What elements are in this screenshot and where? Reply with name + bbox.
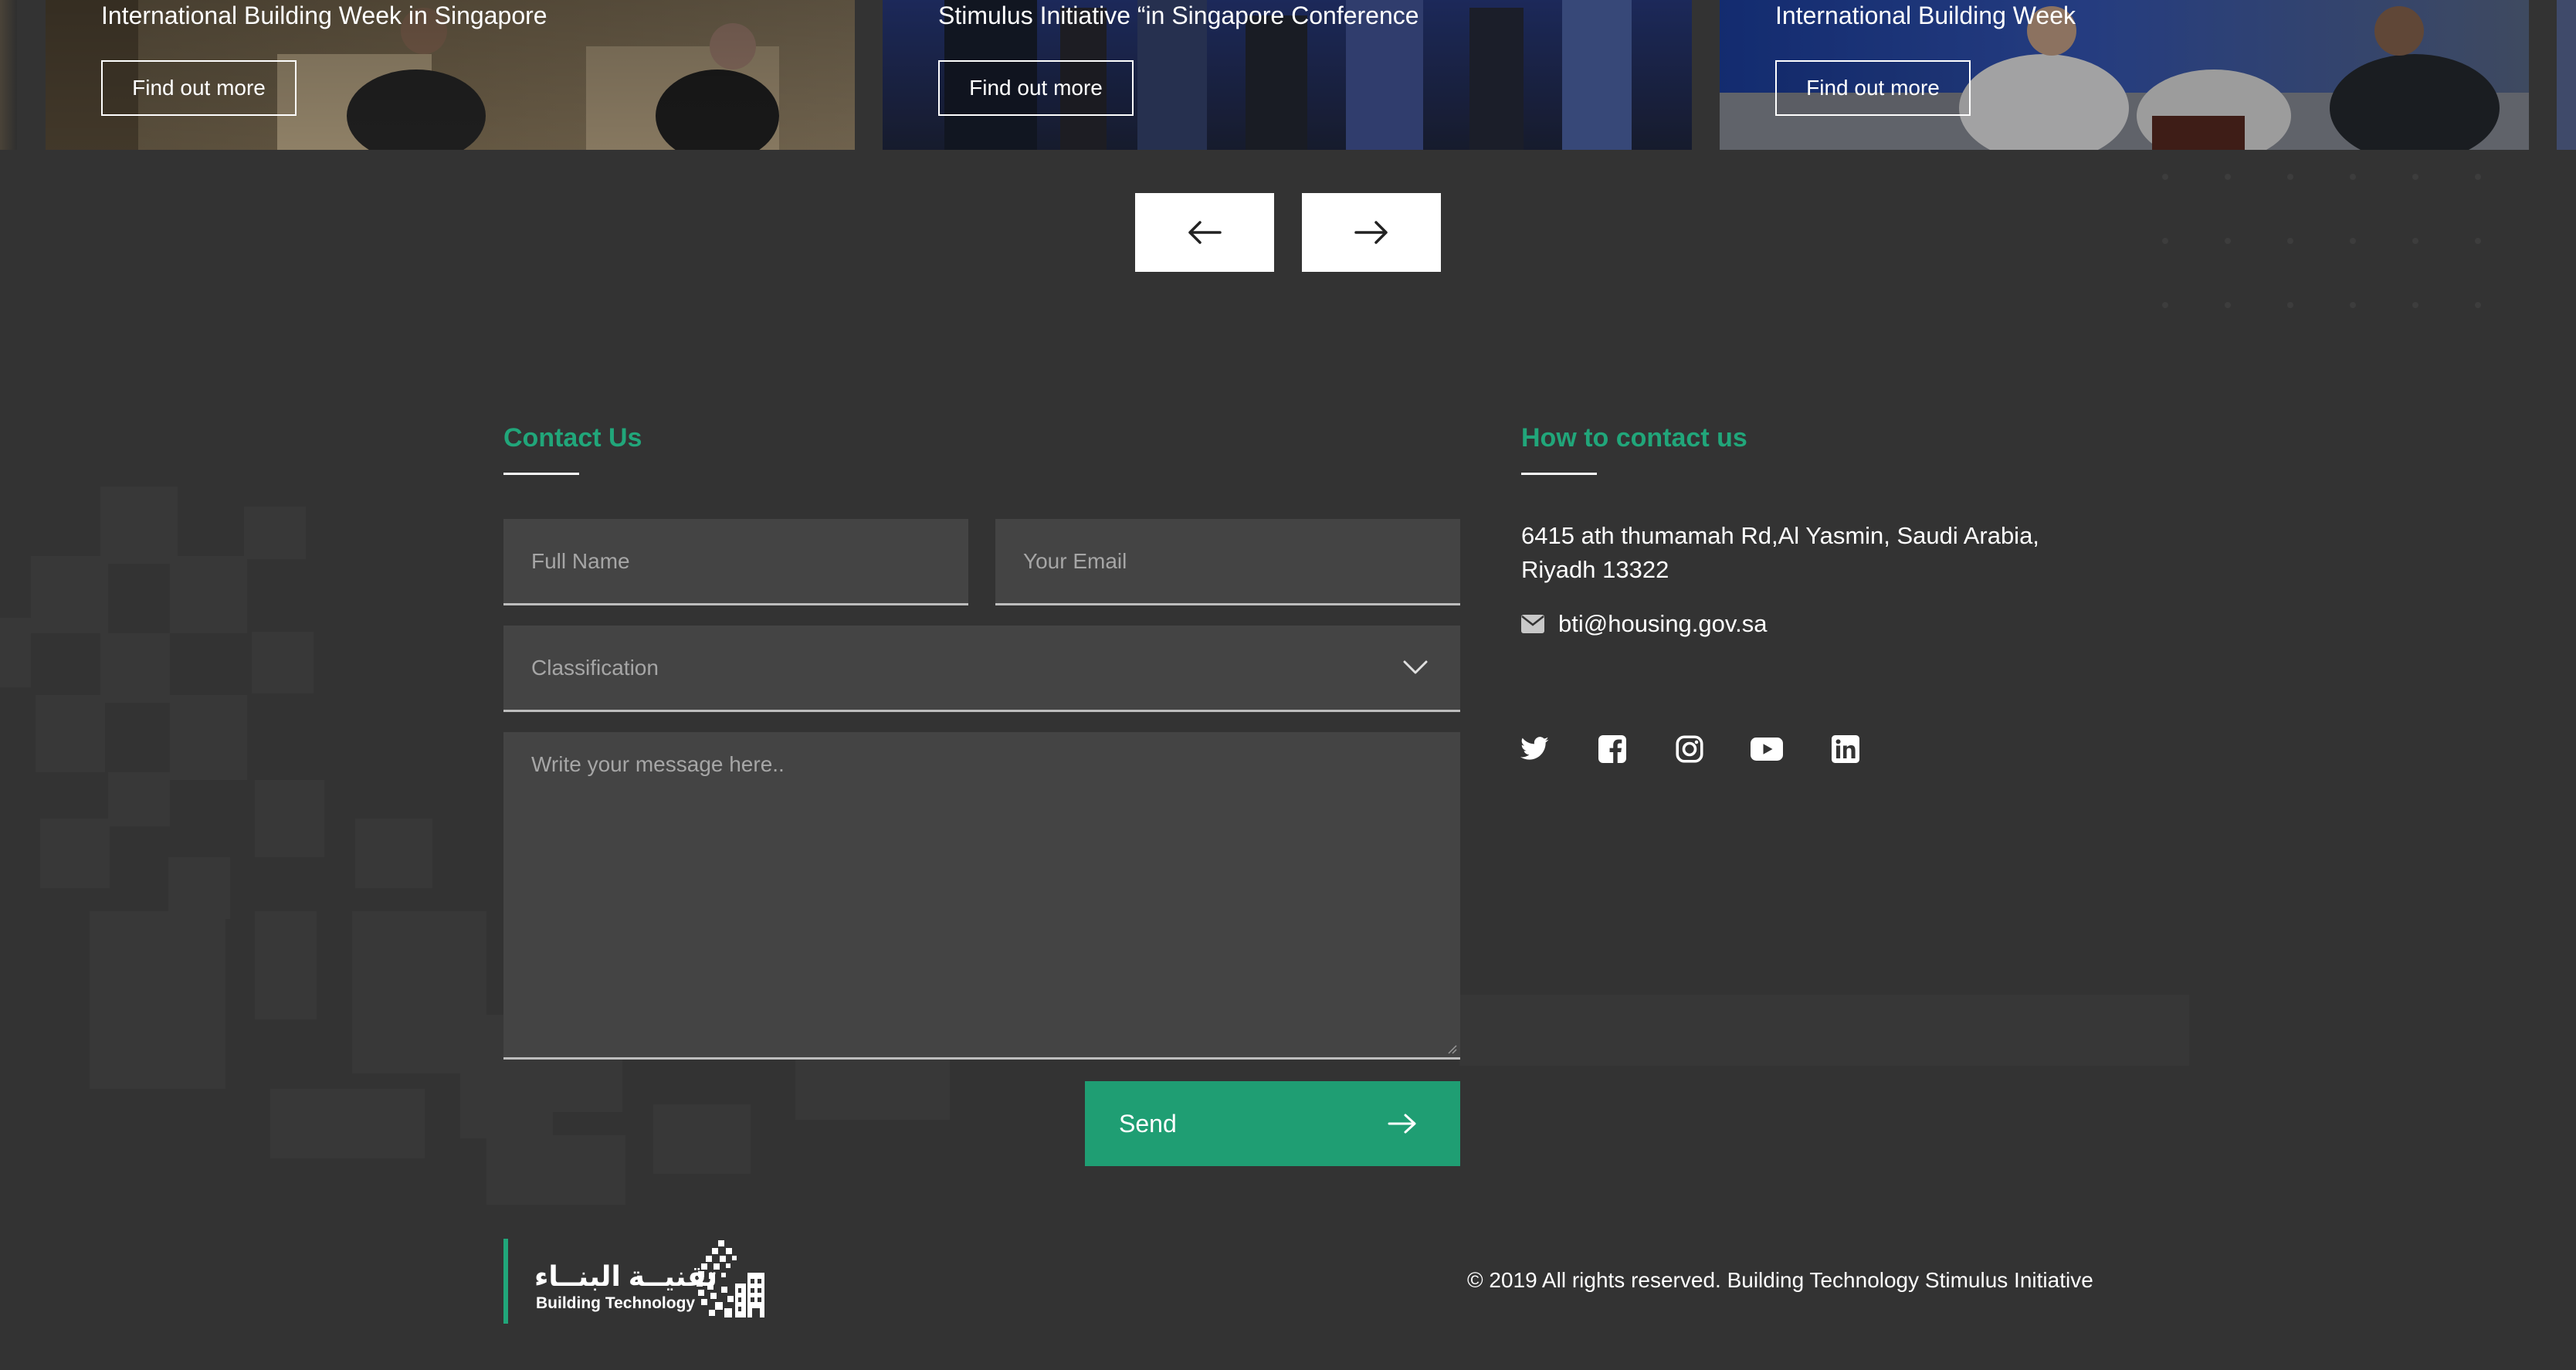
background-dot	[2412, 302, 2418, 308]
address-line-2: Riyadh 13322	[1521, 556, 1669, 583]
full-name-placeholder: Full Name	[531, 548, 630, 573]
building-technology-logo[interactable]: تقنيــة البنــاء Building Technology	[503, 1239, 781, 1324]
arrow-right-icon	[1354, 221, 1388, 244]
news-card-title: International Building Week	[1775, 2, 2076, 29]
background-dot	[2475, 174, 2481, 180]
envelope-icon	[1521, 615, 1544, 633]
find-out-more-button[interactable]: Find out more	[938, 60, 1134, 116]
background-dot	[2350, 238, 2356, 244]
news-card-title: Stimulus Initiative “in Singapore Confer…	[938, 2, 1419, 29]
address-line-1: 6415 ath thumamah Rd,Al Yasmin, Saudi Ar…	[1521, 522, 2039, 549]
background-dot	[2287, 238, 2293, 244]
logo-mark-icon	[697, 1240, 764, 1317]
logo-english-text: Building Technology	[536, 1294, 696, 1312]
carousel-edge-left	[0, 0, 17, 150]
carousel-prev-button[interactable]	[1135, 193, 1274, 272]
facebook-icon[interactable]	[1595, 732, 1629, 766]
background-dot	[2350, 302, 2356, 308]
arrow-right-icon	[1388, 1114, 1416, 1134]
carousel-next-button[interactable]	[1302, 193, 1441, 272]
youtube-icon[interactable]	[1750, 732, 1784, 766]
linkedin-icon[interactable]	[1829, 732, 1863, 766]
resize-grip-icon[interactable]	[1445, 1042, 1457, 1054]
how-to-contact-title: How to contact us	[1521, 423, 1747, 453]
message-textarea[interactable]: Write your message here..	[503, 732, 1460, 1060]
copyright-text: © 2019 All rights reserved. Building Tec…	[1467, 1268, 2093, 1292]
arrow-left-icon	[1188, 221, 1222, 244]
background-dot	[2475, 238, 2481, 244]
background-dot	[2350, 174, 2356, 180]
background-dot	[2225, 174, 2231, 180]
title-underline	[1521, 473, 1597, 475]
news-card: International Building Week Find out mor…	[1720, 0, 2529, 150]
address: 6415 ath thumamah Rd,Al Yasmin, Saudi Ar…	[1521, 519, 2039, 587]
classification-select[interactable]: Classification	[503, 626, 1460, 712]
news-card: Stimulus Initiative “in Singapore Confer…	[883, 0, 1692, 150]
email-field[interactable]: Your Email	[995, 519, 1460, 605]
background-dots	[2162, 174, 2533, 328]
background-dot	[2287, 302, 2293, 308]
background-dot	[2162, 238, 2168, 244]
carousel-edge-right	[2557, 0, 2576, 150]
background-dot	[2225, 238, 2231, 244]
twitter-icon[interactable]	[1518, 732, 1552, 766]
title-underline	[503, 473, 579, 475]
background-dot	[2412, 174, 2418, 180]
email-link[interactable]: bti@housing.gov.sa	[1558, 610, 1767, 638]
background-dot	[2475, 302, 2481, 308]
full-name-field[interactable]: Full Name	[503, 519, 968, 605]
news-card: International Building Week in Singapore…	[46, 0, 855, 150]
email-placeholder: Your Email	[1023, 548, 1127, 573]
background-stripe	[1459, 995, 2189, 1066]
news-card-title: International Building Week in Singapore	[101, 2, 547, 29]
news-carousel: International Building Week in Singapore…	[0, 0, 2576, 150]
send-label: Send	[1119, 1109, 1177, 1138]
background-dot	[2412, 238, 2418, 244]
logo-accent-bar	[503, 1239, 508, 1324]
chevron-down-icon	[1403, 660, 1428, 674]
contact-us-title: Contact Us	[503, 423, 642, 453]
background-dot	[2162, 174, 2168, 180]
background-dot	[2162, 302, 2168, 308]
find-out-more-button[interactable]: Find out more	[101, 60, 297, 116]
find-out-more-button[interactable]: Find out more	[1775, 60, 1971, 116]
classification-placeholder: Classification	[531, 655, 659, 680]
email-contact: bti@housing.gov.sa	[1521, 610, 1767, 638]
message-placeholder: Write your message here..	[531, 752, 785, 776]
background-dot	[2225, 302, 2231, 308]
send-button[interactable]: Send	[1085, 1081, 1460, 1166]
background-dot	[2287, 174, 2293, 180]
instagram-icon[interactable]	[1673, 732, 1707, 766]
